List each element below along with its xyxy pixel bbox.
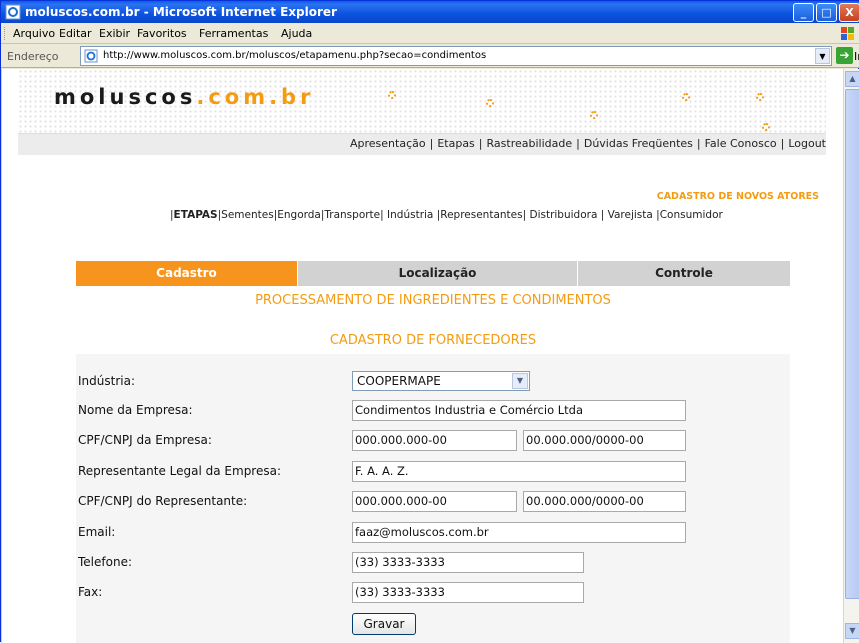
- cpf-empresa-input[interactable]: 000.000.000-00: [352, 430, 517, 451]
- page-icon: [84, 49, 98, 63]
- nav-etapas[interactable]: Etapas: [437, 137, 474, 150]
- step-transporte[interactable]: Transporte: [324, 209, 380, 221]
- windows-flag-icon: [841, 27, 854, 40]
- site-header: moluscos.com.br Apresentação | Etapas | Rast…: [18, 69, 826, 155]
- menu-exibir[interactable]: Exibir: [99, 27, 130, 40]
- close-button[interactable]: X: [839, 3, 859, 22]
- email-label: Email:: [78, 525, 116, 539]
- menu-editar[interactable]: Editar: [59, 27, 92, 40]
- step-engorda[interactable]: Engorda: [277, 209, 321, 221]
- logo-main: moluscos: [54, 85, 197, 109]
- tab-controle[interactable]: Controle: [577, 261, 790, 286]
- steps-navigation: |ETAPAS|Sementes|Engorda|Transporte| Ind…: [170, 209, 723, 221]
- minimize-button[interactable]: _: [793, 3, 814, 22]
- map-marker-icon: [762, 123, 770, 131]
- step-industria[interactable]: Indústria: [387, 209, 433, 221]
- menu-ferramentas[interactable]: Ferramentas: [199, 27, 268, 40]
- supplier-form: Indústria: COOPERMAPE ▼ Nome da Empresa:…: [76, 354, 790, 643]
- form-tabs: Cadastro Localização Controle: [76, 261, 790, 286]
- address-url: http://www.moluscos.com.br/moluscos/etap…: [103, 50, 487, 61]
- nome-empresa-label: Nome da Empresa:: [78, 403, 193, 417]
- window-title: moluscos.com.br - Microsoft Internet Exp…: [25, 5, 337, 19]
- representante-input[interactable]: F. A. A. Z.: [352, 461, 686, 482]
- tab-cadastro[interactable]: Cadastro: [76, 261, 297, 286]
- vertical-scrollbar[interactable]: ▲ ▼: [843, 69, 859, 643]
- scroll-down-arrow-icon[interactable]: ▼: [845, 623, 859, 639]
- nav-apresentacao[interactable]: Apresentação: [350, 137, 426, 150]
- scrollbar-thumb[interactable]: [845, 89, 859, 599]
- form-heading-processamento: PROCESSAMENTO DE INGREDIENTES E CONDIMEN…: [255, 293, 611, 308]
- menu-bar: Arquivo Editar Exibir Favoritos Ferramen…: [1, 23, 859, 44]
- step-consumidor[interactable]: Consumidor: [660, 209, 723, 221]
- address-input[interactable]: http://www.moluscos.com.br/moluscos/etap…: [80, 46, 832, 66]
- step-varejista[interactable]: Varejista: [608, 209, 653, 221]
- toolbar-grip: [4, 27, 7, 40]
- form-heading-fornecedores: CADASTRO DE FORNECEDORES: [329, 333, 537, 348]
- cpf-representante-input[interactable]: 000.000.000-00: [352, 491, 517, 512]
- map-marker-icon: [682, 93, 690, 101]
- top-navigation: Apresentação | Etapas | Rastreabilidade | Dúvi…: [350, 137, 826, 150]
- representante-label: Representante Legal da Empresa:: [78, 464, 282, 478]
- section-title: CADASTRO DE NOVOS ATORES: [656, 191, 819, 202]
- address-bar: Endereço http://www.moluscos.com.br/molu…: [1, 44, 859, 68]
- email-input[interactable]: faaz@moluscos.com.br: [352, 522, 686, 543]
- gravar-button[interactable]: Gravar: [352, 613, 416, 635]
- cnpj-representante-input[interactable]: 00.000.000/0000-00: [523, 491, 686, 512]
- address-dropdown-button[interactable]: ▼: [815, 48, 830, 64]
- nav-rastreabilidade[interactable]: Rastreabilidade: [487, 137, 573, 150]
- menu-favoritos[interactable]: Favoritos: [137, 27, 187, 40]
- cpf-representante-label: CPF/CNPJ do Representante:: [78, 494, 248, 508]
- industria-label: Indústria:: [78, 374, 135, 388]
- menu-arquivo[interactable]: Arquivo: [13, 27, 55, 40]
- address-label: Endereço: [7, 50, 59, 63]
- go-arrow-icon[interactable]: ➔: [836, 47, 853, 64]
- logo-banner: moluscos.com.br: [18, 69, 826, 133]
- scroll-up-arrow-icon[interactable]: ▲: [845, 71, 859, 87]
- map-marker-icon: [388, 91, 396, 99]
- nome-empresa-input[interactable]: Condimentos Industria e Comércio Ltda: [352, 400, 686, 421]
- cpf-empresa-label: CPF/CNPJ da Empresa:: [78, 433, 212, 447]
- logo-accent: .com.br: [196, 85, 315, 109]
- fax-label: Fax:: [78, 585, 103, 599]
- industria-selected-value: COOPERMAPE: [357, 374, 441, 388]
- nav-logout[interactable]: Logout: [788, 137, 826, 150]
- title-bar[interactable]: moluscos.com.br - Microsoft Internet Exp…: [1, 1, 859, 23]
- nav-fale-conosco[interactable]: Fale Conosco: [705, 137, 777, 150]
- ie-page-icon: [5, 4, 21, 20]
- site-logo[interactable]: moluscos.com.br: [54, 85, 314, 109]
- map-marker-icon: [590, 111, 598, 119]
- telefone-label: Telefone:: [78, 555, 132, 569]
- menu-ajuda[interactable]: Ajuda: [281, 27, 312, 40]
- browser-window: moluscos.com.br - Microsoft Internet Exp…: [0, 0, 859, 643]
- industria-select[interactable]: COOPERMAPE ▼: [352, 371, 530, 391]
- tab-localizacao[interactable]: Localização: [297, 261, 577, 286]
- step-sementes[interactable]: Sementes: [221, 209, 274, 221]
- maximize-button[interactable]: □: [816, 3, 837, 22]
- step-representantes[interactable]: Representantes: [440, 209, 522, 221]
- nav-duvidas[interactable]: Dúvidas Freqüentes: [584, 137, 693, 150]
- go-button[interactable]: Ir: [854, 50, 859, 63]
- page-viewport: moluscos.com.br Apresentação | Etapas | Rast…: [1, 69, 843, 643]
- step-distribuidora[interactable]: Distribuidora: [529, 209, 597, 221]
- form-panel: PROCESSAMENTO DE INGREDIENTES E CONDIMEN…: [76, 286, 790, 643]
- top-navigation-bar: Apresentação | Etapas | Rastreabilidade | Dúvi…: [18, 133, 826, 155]
- fax-input[interactable]: (33) 3333-3333: [352, 582, 584, 603]
- map-marker-icon: [756, 93, 764, 101]
- step-etapas[interactable]: ETAPAS: [174, 209, 218, 221]
- map-marker-icon: [486, 99, 494, 107]
- telefone-input[interactable]: (33) 3333-3333: [352, 552, 584, 573]
- cnpj-empresa-input[interactable]: 00.000.000/0000-00: [523, 430, 686, 451]
- chevron-down-icon[interactable]: ▼: [512, 373, 528, 389]
